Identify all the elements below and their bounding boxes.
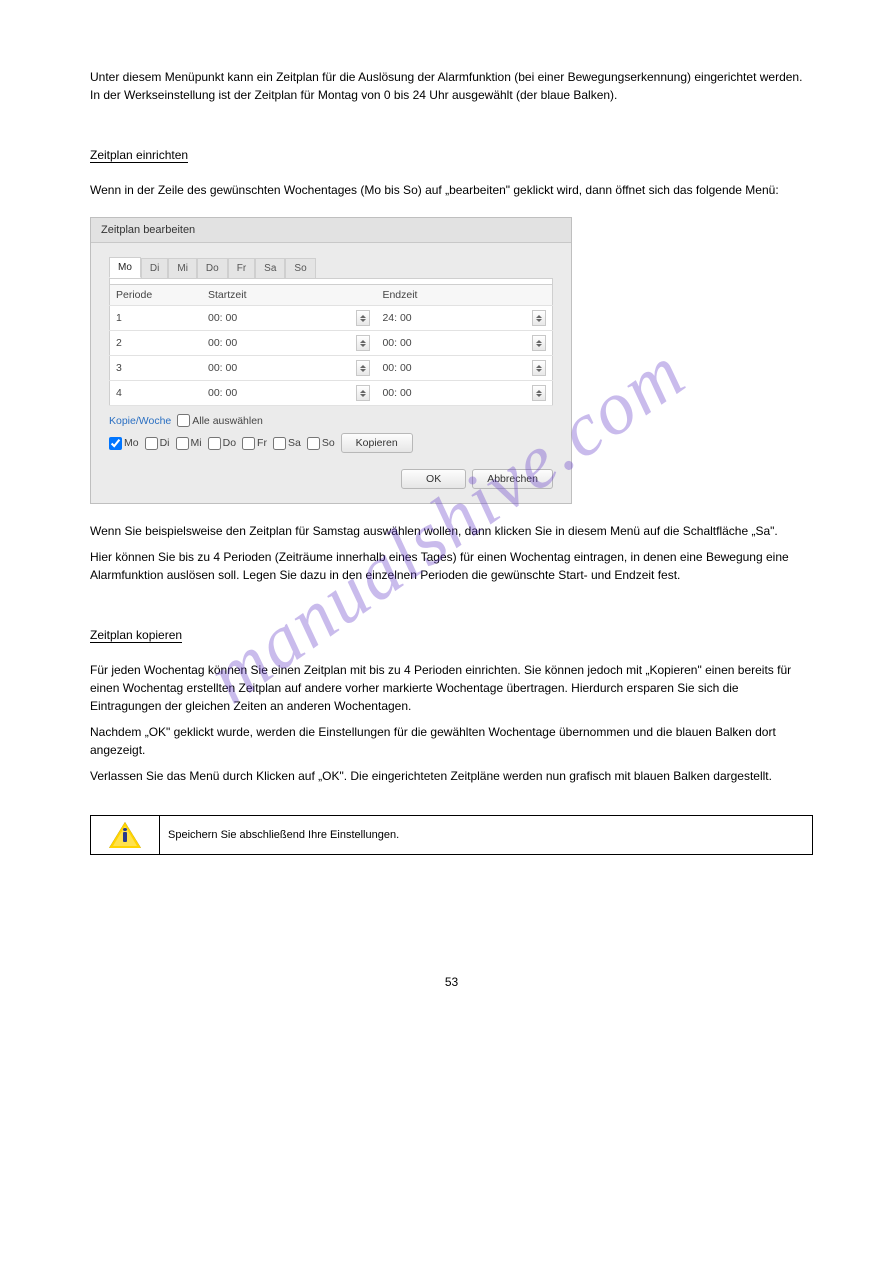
- period-index: 4: [110, 381, 203, 406]
- spinner-icon[interactable]: [532, 385, 546, 401]
- spinner-icon[interactable]: [356, 310, 370, 326]
- edit-schedule-dialog: Zeitplan bearbeiten Mo Di Mi Do Fr Sa So…: [90, 217, 572, 504]
- end-time[interactable]: 00: 00: [382, 337, 411, 349]
- tab-di[interactable]: Di: [141, 258, 168, 278]
- start-time[interactable]: 00: 00: [208, 362, 237, 374]
- note-text: Speichern Sie abschließend Ihre Einstell…: [160, 816, 813, 855]
- start-time[interactable]: 00: 00: [208, 312, 237, 324]
- day-check-do[interactable]: Do: [208, 437, 236, 450]
- period-index: 2: [110, 331, 203, 356]
- day-check-mo[interactable]: Mo: [109, 437, 139, 450]
- copy-week-label: Kopie/Woche: [109, 415, 171, 427]
- para-copy: Für jeden Wochentag können Sie einen Zei…: [90, 661, 813, 715]
- period-index: 3: [110, 356, 203, 381]
- table-row: 1 00: 00 24: 00: [110, 306, 553, 331]
- end-time[interactable]: 00: 00: [382, 387, 411, 399]
- select-all-checkbox[interactable]: Alle auswählen: [177, 414, 263, 427]
- tab-mi[interactable]: Mi: [168, 258, 197, 278]
- ok-button[interactable]: OK: [401, 469, 466, 489]
- end-time[interactable]: 24: 00: [382, 312, 411, 324]
- note-box: Speichern Sie abschließend Ihre Einstell…: [90, 815, 813, 855]
- end-time[interactable]: 00: 00: [382, 362, 411, 374]
- page-number: 53: [90, 975, 813, 989]
- weekday-tabs: Mo Di Mi Do Fr Sa So: [109, 257, 553, 278]
- para-periods: Hier können Sie bis zu 4 Perioden (Zeitr…: [90, 548, 813, 584]
- tab-fr[interactable]: Fr: [228, 258, 255, 278]
- heading-copy-schedule: Zeitplan kopieren: [90, 628, 182, 643]
- heading-setup-schedule: Zeitplan einrichten: [90, 148, 188, 163]
- day-check-so[interactable]: So: [307, 437, 335, 450]
- dialog-title: Zeitplan bearbeiten: [91, 218, 571, 243]
- col-end: Endzeit: [376, 285, 552, 306]
- para-leave-menu: Verlassen Sie das Menü durch Klicken auf…: [90, 767, 813, 785]
- table-row: 4 00: 00 00: 00: [110, 381, 553, 406]
- table-row: 2 00: 00 00: 00: [110, 331, 553, 356]
- cancel-button[interactable]: Abbrechen: [472, 469, 553, 489]
- day-check-mi[interactable]: Mi: [176, 437, 202, 450]
- period-index: 1: [110, 306, 203, 331]
- para-ok-apply: Nachdem „OK" geklickt wurde, werden die …: [90, 723, 813, 759]
- start-time[interactable]: 00: 00: [208, 337, 237, 349]
- table-row: 3 00: 00 00: 00: [110, 356, 553, 381]
- copy-button[interactable]: Kopieren: [341, 433, 413, 453]
- start-time[interactable]: 00: 00: [208, 387, 237, 399]
- spinner-icon[interactable]: [532, 310, 546, 326]
- para-example-sa: Wenn Sie beispielsweise den Zeitplan für…: [90, 522, 813, 540]
- spinner-icon[interactable]: [532, 360, 546, 376]
- spinner-icon[interactable]: [356, 385, 370, 401]
- para-open-menu: Wenn in der Zeile des gewünschten Wochen…: [90, 181, 813, 199]
- day-check-fr[interactable]: Fr: [242, 437, 267, 450]
- col-start: Startzeit: [202, 285, 376, 306]
- info-icon: [91, 816, 160, 855]
- spinner-icon[interactable]: [356, 360, 370, 376]
- spinner-icon[interactable]: [356, 335, 370, 351]
- schedule-table: Periode Startzeit Endzeit 1 00: 00 24: 0…: [109, 284, 553, 406]
- tab-do[interactable]: Do: [197, 258, 228, 278]
- day-check-sa[interactable]: Sa: [273, 437, 301, 450]
- tab-mo[interactable]: Mo: [109, 257, 141, 278]
- tab-so[interactable]: So: [285, 258, 315, 278]
- spinner-icon[interactable]: [532, 335, 546, 351]
- tab-sa[interactable]: Sa: [255, 258, 285, 278]
- intro-text: Unter diesem Menüpunkt kann ein Zeitplan…: [90, 68, 813, 104]
- col-periode: Periode: [110, 285, 203, 306]
- day-check-di[interactable]: Di: [145, 437, 170, 450]
